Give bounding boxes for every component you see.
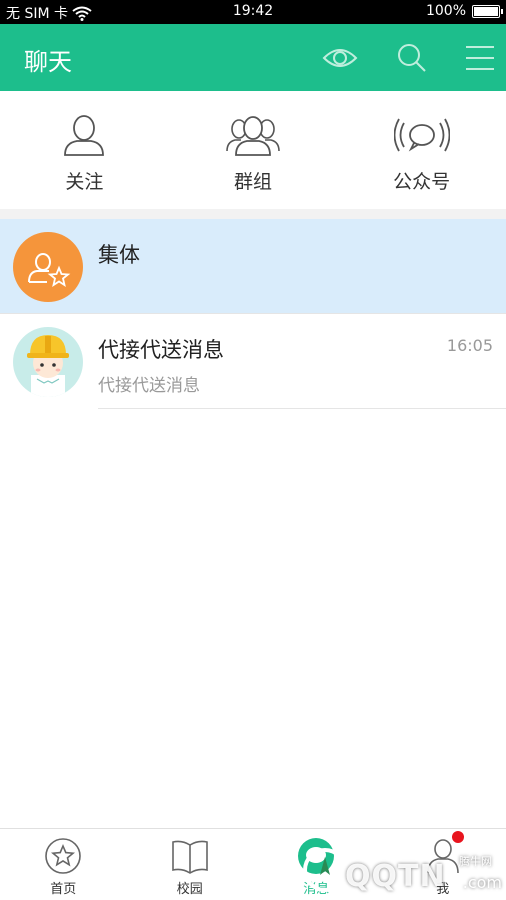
quick-official-label: 公众号: [393, 171, 451, 193]
nav-messages[interactable]: 消息: [253, 829, 380, 900]
chat-name: 代接代送消息: [98, 338, 224, 362]
menu-icon: [466, 46, 494, 70]
app-bar: 聊天: [0, 24, 506, 91]
quick-groups[interactable]: 群组: [169, 91, 338, 209]
eye-icon: [322, 49, 358, 67]
worker-avatar-icon: [27, 335, 69, 397]
section-gap: [0, 209, 506, 219]
battery-fill: [474, 6, 498, 16]
chat-name: 集体: [98, 243, 140, 267]
chat-item-pickup[interactable]: 代接代送消息 代接代送消息 16:05: [0, 314, 506, 409]
search-icon: [398, 44, 426, 72]
chat-item-collective[interactable]: 集体: [0, 219, 506, 314]
nav-me-label: 我: [436, 882, 450, 897]
group-icon: [226, 116, 280, 156]
nav-me[interactable]: 我: [380, 829, 506, 900]
search-button[interactable]: [392, 38, 432, 78]
nav-home[interactable]: 首页: [0, 829, 127, 900]
notification-badge: [451, 831, 464, 843]
nav-messages-label: 消息: [303, 882, 330, 897]
quick-actions: 关注 群组 公众号: [0, 91, 506, 209]
chat-preview: 代接代送消息: [98, 376, 200, 396]
eye-button[interactable]: [320, 38, 360, 78]
page-title: 聊天: [24, 48, 72, 76]
bottom-nav: 首页 校园 消息 我: [0, 828, 506, 900]
person-icon: [64, 115, 105, 156]
status-right: 100%: [425, 3, 503, 19]
worker-avatar: [13, 327, 83, 397]
nav-campus-label: 校园: [176, 882, 203, 897]
group-star-icon: [28, 253, 71, 287]
quick-follow[interactable]: 关注: [0, 91, 169, 209]
broadcast-icon: [393, 118, 450, 152]
group-star-avatar: [13, 232, 83, 302]
divider: [98, 408, 506, 409]
star-icon: [45, 838, 82, 874]
book-icon: [171, 840, 208, 874]
nav-home-label: 首页: [50, 882, 77, 897]
quick-follow-label: 关注: [65, 171, 104, 193]
menu-button[interactable]: [460, 38, 500, 78]
quick-official[interactable]: 公众号: [337, 91, 506, 209]
status-bar: 无 SIM 卡 19:42 100%: [0, 0, 506, 24]
quick-groups-label: 群组: [234, 171, 273, 193]
nav-campus[interactable]: 校园: [127, 829, 254, 900]
battery-text: 100%: [425, 3, 466, 19]
chat-icon: [298, 838, 335, 874]
chat-time: 16:05: [446, 336, 493, 355]
battery-icon: [472, 4, 503, 18]
